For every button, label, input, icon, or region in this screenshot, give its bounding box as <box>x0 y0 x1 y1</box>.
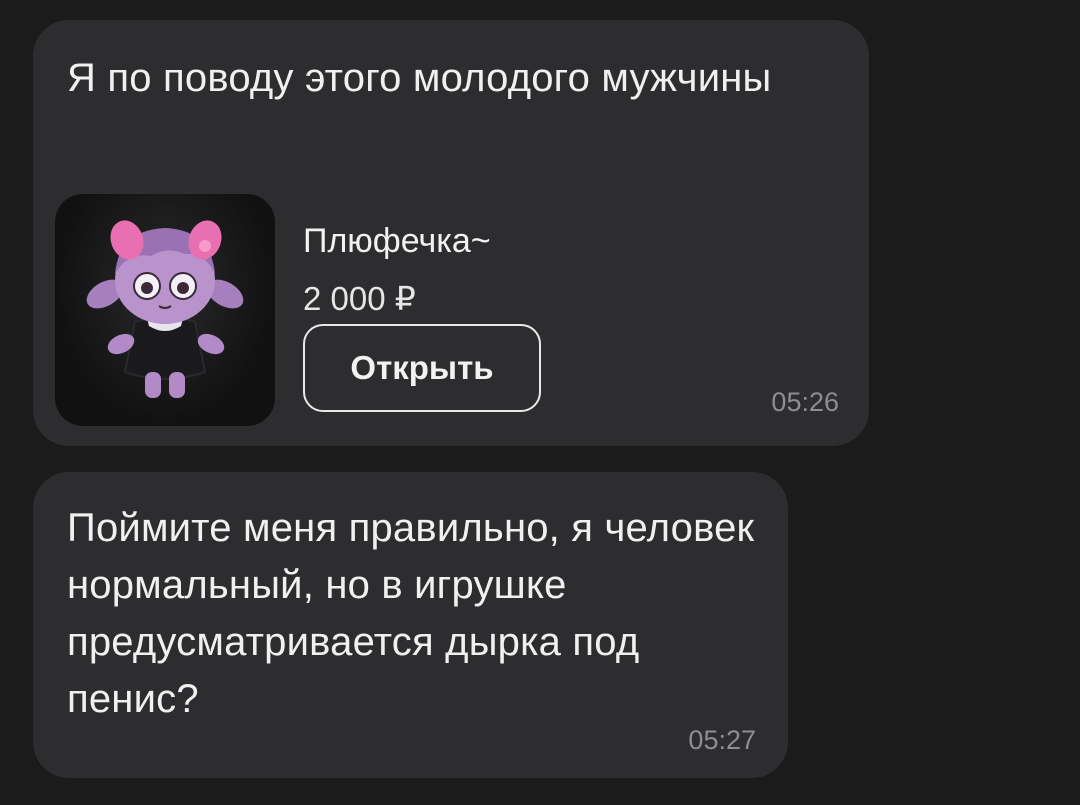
open-button[interactable]: Открыть <box>303 324 541 412</box>
product-price: 2 000 ₽ <box>303 280 416 317</box>
message-bubble[interactable]: Поймите меня правильно, я человек нормал… <box>33 472 788 778</box>
plush-toy-icon <box>86 220 244 398</box>
chat-thread: Я по поводу этого молодого мужчины Плюфе… <box>0 0 1080 805</box>
message-bubble[interactable]: Я по поводу этого молодого мужчины Плюфе… <box>33 20 869 446</box>
message-text: Я по поводу этого молодого мужчины <box>67 56 772 100</box>
message-text: Поймите меня правильно, я человек нормал… <box>67 506 755 721</box>
message-time: 05:26 <box>771 387 839 417</box>
product-name: Плюфечка~ <box>303 222 491 260</box>
product-image[interactable] <box>55 194 275 426</box>
message-time: 05:27 <box>688 725 756 755</box>
product-card[interactable]: Плюфечка~ 2 000 ₽ Открыть <box>55 194 615 426</box>
